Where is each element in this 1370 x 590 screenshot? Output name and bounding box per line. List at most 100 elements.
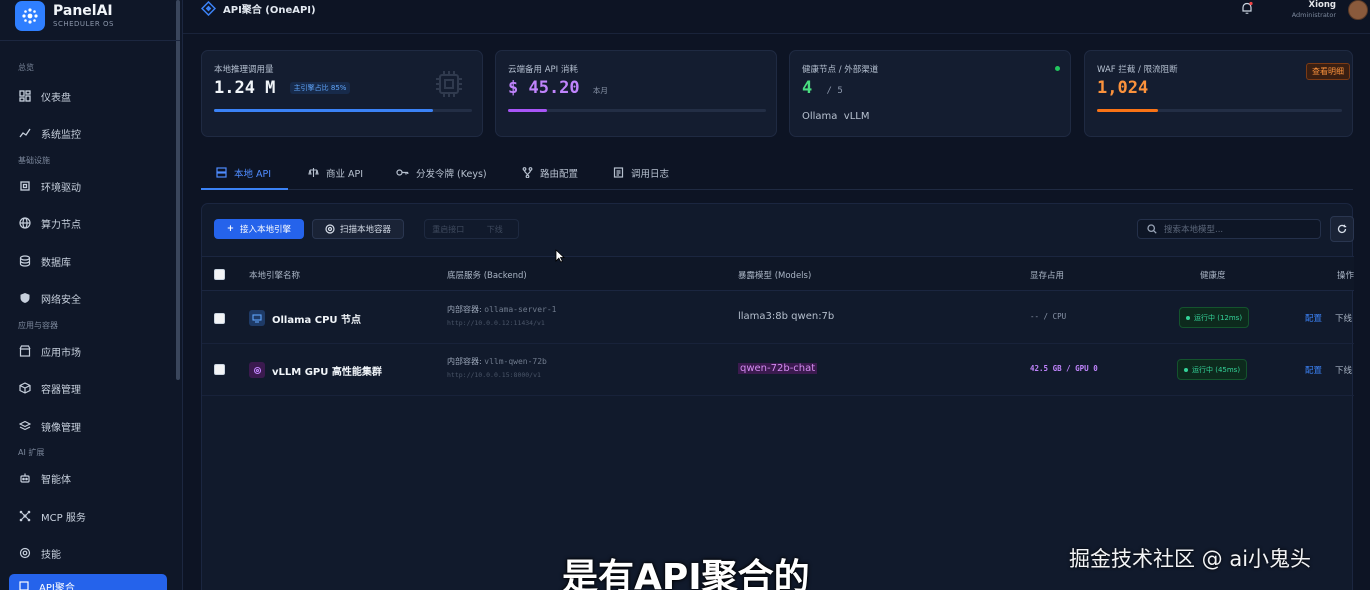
config-link[interactable]: 配置 bbox=[1305, 364, 1322, 376]
card-value: $ 45.20 本月 bbox=[508, 78, 608, 98]
status-dot-icon bbox=[1184, 367, 1188, 372]
sidebar-item-mcp[interactable]: MCP 服务 bbox=[18, 505, 168, 527]
stat-card-health: 健康节点 / 外部渠道 4 / 5 Ollama vLLM bbox=[789, 50, 1071, 137]
memory-usage: -- / CPU bbox=[1030, 312, 1067, 321]
card-value: 4 / 5 bbox=[802, 78, 843, 98]
button-label: 扫描本地容器 bbox=[339, 225, 391, 235]
restart-button[interactable]: 重启接口 bbox=[425, 224, 472, 235]
avatar[interactable] bbox=[1348, 0, 1368, 20]
store-icon bbox=[18, 344, 32, 358]
local-calls-value: 1.24 M bbox=[214, 78, 276, 98]
sidebar-item-agents[interactable]: 智能体 bbox=[18, 467, 168, 489]
cloud-progress-fill bbox=[508, 109, 547, 112]
chip-watermark-icon bbox=[434, 69, 464, 103]
watermark: 掘金技术社区 @ ai小鬼头 bbox=[1069, 547, 1312, 571]
sidebar-item-label: 系统监控 bbox=[41, 129, 81, 141]
sidebar-item-compute-nodes[interactable]: 算力节点 bbox=[18, 212, 168, 234]
card-title: WAF 拦截 / 限流阻断 bbox=[1097, 65, 1178, 75]
network-icon bbox=[18, 509, 32, 523]
sidebar-item-label: 镜像管理 bbox=[41, 422, 81, 434]
view-details-button[interactable]: 查看明细 bbox=[1306, 63, 1350, 80]
offline-link[interactable]: 下线 bbox=[1335, 312, 1352, 324]
tab-label: 路由配置 bbox=[540, 168, 579, 180]
search-icon bbox=[1147, 224, 1157, 234]
card-value: 1,024 bbox=[1097, 78, 1149, 98]
user-info[interactable]: Xiong Administrator bbox=[1292, 0, 1336, 20]
row-checkbox[interactable] bbox=[214, 313, 225, 324]
target-icon bbox=[18, 546, 32, 560]
sidebar-item-database[interactable]: 数据库 bbox=[18, 250, 168, 272]
header-actions: 操作 bbox=[1337, 271, 1355, 281]
status-badge: 运行中 (12ms) bbox=[1179, 307, 1250, 328]
brand-name: PanelAI bbox=[53, 3, 113, 19]
status-text: 运行中 (45ms) bbox=[1192, 365, 1241, 374]
refresh-icon bbox=[1337, 224, 1347, 234]
user-role: Administrator bbox=[1291, 11, 1336, 19]
sidebar-scrollbar[interactable] bbox=[176, 0, 180, 380]
refresh-button[interactable] bbox=[1330, 216, 1354, 242]
sidebar-item-label: 算力节点 bbox=[41, 219, 81, 231]
select-all-checkbox[interactable] bbox=[214, 269, 225, 280]
sidebar-item-label: 网络安全 bbox=[41, 294, 81, 306]
header-engine-name: 本地引擎名称 bbox=[249, 271, 301, 281]
bulk-actions: 重启接口 下线 bbox=[424, 219, 519, 239]
table-header: 本地引擎名称 底层服务 (Backend) 暴露模型 (Models) 显存占用… bbox=[202, 256, 1354, 291]
engine-tags: Ollama vLLM bbox=[802, 111, 870, 122]
sidebar: PanelAI SCHEDULER OS 总览 仪表盘 系统监控 基础设施 环境… bbox=[0, 0, 183, 590]
container-name: vllm-qwen-72b bbox=[484, 357, 547, 366]
sidebar-section-apps: 应用与容器 bbox=[18, 321, 58, 330]
scan-containers-button[interactable]: 扫描本地容器 bbox=[312, 219, 404, 239]
sidebar-item-app-store[interactable]: 应用市场 bbox=[18, 340, 168, 362]
tab-local-api[interactable]: 本地 API bbox=[216, 155, 271, 190]
offline-link[interactable]: 下线 bbox=[1335, 364, 1352, 376]
add-local-engine-button[interactable]: + 接入本地引擎 bbox=[214, 219, 304, 239]
branch-icon bbox=[522, 167, 533, 178]
tab-routing[interactable]: 路由配置 bbox=[522, 155, 578, 190]
brand-logo-icon bbox=[15, 1, 45, 31]
config-link[interactable]: 配置 bbox=[1305, 312, 1322, 324]
tab-label: 分发令牌 (Keys) bbox=[416, 168, 487, 180]
header-models: 暴露模型 (Models) bbox=[738, 271, 812, 281]
sidebar-item-skills[interactable]: 技能 bbox=[18, 542, 168, 564]
card-value: 1.24 M 主引擎占比 85% bbox=[214, 78, 351, 98]
row-checkbox[interactable] bbox=[214, 364, 225, 375]
engine-name: vLLM GPU 高性能集群 bbox=[249, 362, 382, 378]
header-backend: 底层服务 (Backend) bbox=[447, 271, 527, 281]
sidebar-item-api-aggregation[interactable]: API聚合 bbox=[9, 574, 167, 590]
stat-card-cloud-api: 云端备用 API 消耗 $ 45.20 本月 bbox=[495, 50, 777, 137]
globe-icon bbox=[18, 216, 32, 230]
monitor-icon bbox=[249, 310, 265, 326]
sidebar-item-security[interactable]: 网络安全 bbox=[18, 287, 168, 309]
local-progress-fill bbox=[214, 109, 434, 112]
status-text: 运行中 (12ms) bbox=[1194, 313, 1243, 322]
memory-usage: 42.5 GB / GPU 0 bbox=[1030, 364, 1098, 373]
breadcrumb: API聚合 (OneAPI) bbox=[201, 1, 316, 16]
backend-label: 内部容器: bbox=[447, 305, 485, 314]
local-api-panel: + 接入本地引擎 扫描本地容器 重启接口 下线 搜索本地模型... 本地引擎名称… bbox=[201, 203, 1354, 590]
stat-card-local-inference: 本地推理调用量 1.24 M 主引擎占比 85% bbox=[201, 50, 483, 137]
stat-card-waf: WAF 拦截 / 限流阻断 查看明细 1,024 bbox=[1084, 50, 1353, 137]
api-tabs: 本地 API 商业 API 分发令牌 (Keys) 路由配置 调用日志 bbox=[201, 155, 1353, 190]
cloud-cost-value: $ 45.20 bbox=[508, 78, 580, 98]
sidebar-item-monitor[interactable]: 系统监控 bbox=[18, 122, 168, 144]
sidebar-item-containers[interactable]: 容器管理 bbox=[18, 377, 168, 399]
status-dot-icon bbox=[1055, 66, 1060, 71]
tab-keys[interactable]: 分发令牌 (Keys) bbox=[396, 155, 487, 190]
total-count: / 5 bbox=[826, 86, 843, 96]
sidebar-item-env-drivers[interactable]: 环境驱动 bbox=[18, 175, 168, 197]
search-input[interactable]: 搜索本地模型... bbox=[1137, 219, 1321, 239]
notification-bell-icon[interactable] bbox=[1240, 0, 1254, 19]
brand[interactable]: PanelAI SCHEDULER OS bbox=[15, 0, 114, 32]
robot-icon bbox=[18, 471, 32, 485]
offline-button[interactable]: 下线 bbox=[472, 224, 519, 235]
server-icon bbox=[216, 167, 227, 178]
sidebar-item-images[interactable]: 镜像管理 bbox=[18, 415, 168, 437]
tab-call-logs[interactable]: 调用日志 bbox=[613, 155, 669, 190]
tab-label: 本地 API bbox=[234, 168, 272, 180]
exposed-models: llama3:8b qwen:7b bbox=[738, 311, 835, 322]
card-title: 云端备用 API 消耗 bbox=[508, 65, 578, 75]
sidebar-item-dashboard[interactable]: 仪表盘 bbox=[18, 85, 168, 107]
button-label: 接入本地引擎 bbox=[240, 225, 292, 235]
tab-commercial-api[interactable]: 商业 API bbox=[308, 155, 363, 190]
table-row: Ollama CPU 节点 内部容器: ollama-server-1 http… bbox=[202, 292, 1354, 344]
